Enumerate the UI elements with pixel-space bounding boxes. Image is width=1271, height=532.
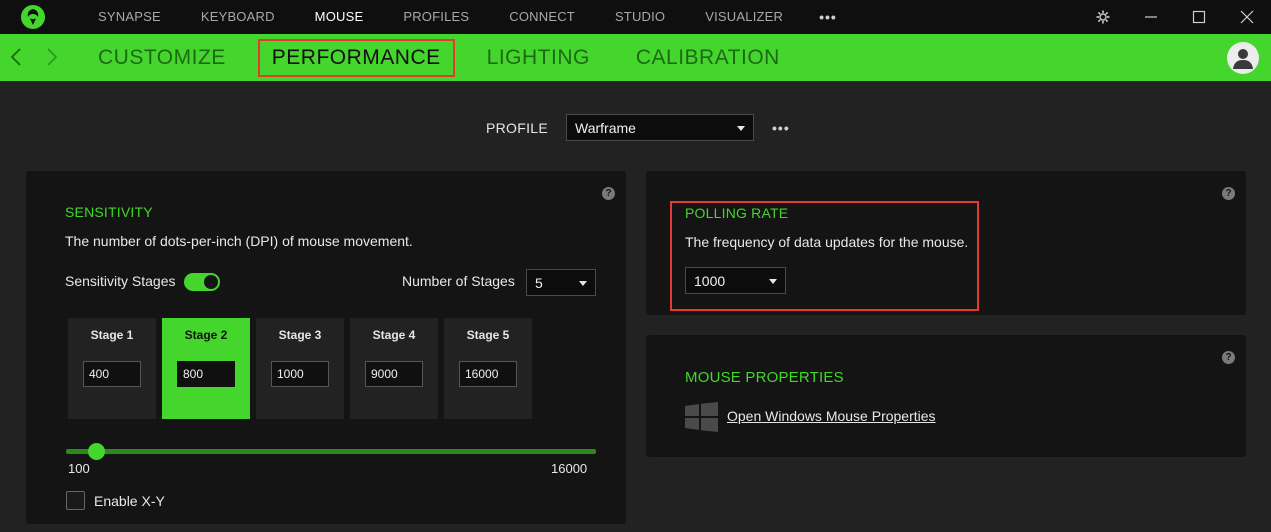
minimize-icon[interactable] — [1127, 0, 1175, 34]
stage-card[interactable]: Stage 5 16000 — [444, 318, 532, 419]
dpi-slider-thumb[interactable] — [88, 443, 105, 460]
tab-calibration[interactable]: CALIBRATION — [624, 41, 792, 75]
number-of-stages-label: Number of Stages — [402, 273, 515, 289]
top-nav: SYNAPSE KEYBOARD MOUSE PROFILES CONNECT … — [78, 0, 853, 34]
polling-rate-title: POLLING RATE — [685, 205, 789, 221]
open-mouse-properties-link[interactable]: Open Windows Mouse Properties — [727, 408, 936, 424]
top-nav-keyboard[interactable]: KEYBOARD — [181, 0, 295, 34]
chevron-down-icon — [769, 279, 777, 284]
stage-card-active[interactable]: Stage 2 800 — [162, 318, 250, 419]
toggle-knob — [204, 275, 218, 289]
enable-xy-label: Enable X-Y — [94, 493, 165, 509]
stage-dpi-input[interactable]: 1000 — [271, 361, 329, 387]
polling-rate-description: The frequency of data updates for the mo… — [685, 234, 969, 250]
dpi-slider-min: 100 — [68, 461, 90, 476]
mouse-properties-title: MOUSE PROPERTIES — [685, 369, 844, 386]
title-bar: SYNAPSE KEYBOARD MOUSE PROFILES CONNECT … — [0, 0, 1271, 34]
stage-card[interactable]: Stage 4 9000 — [350, 318, 438, 419]
stage-label: Stage 5 — [466, 328, 510, 342]
chevron-down-icon — [579, 281, 587, 286]
sensitivity-panel: ? SENSITIVITY The number of dots-per-inc… — [26, 171, 626, 524]
dpi-slider-max: 16000 — [551, 461, 588, 476]
sub-nav-bar: CUSTOMIZE PERFORMANCE LIGHTING CALIBRATI… — [0, 34, 1271, 81]
dpi-slider-track[interactable] — [66, 449, 596, 454]
stage-list: Stage 1 400 Stage 2 800 Stage 3 1000 Sta… — [68, 318, 538, 419]
back-arrow-icon[interactable] — [4, 45, 28, 69]
stage-card[interactable]: Stage 3 1000 — [256, 318, 344, 419]
stage-label: Stage 1 — [90, 328, 134, 342]
stage-dpi-input[interactable]: 400 — [83, 361, 141, 387]
tab-lighting[interactable]: LIGHTING — [475, 41, 602, 75]
sensitivity-stages-toggle[interactable] — [184, 273, 220, 291]
tab-performance[interactable]: PERFORMANCE — [257, 38, 455, 77]
top-nav-connect[interactable]: CONNECT — [489, 0, 595, 34]
top-nav-mouse[interactable]: MOUSE — [295, 0, 384, 34]
window-controls — [1079, 0, 1271, 34]
stage-label: Stage 3 — [278, 328, 322, 342]
profile-more-icon[interactable]: ••• — [772, 120, 790, 136]
number-of-stages-select[interactable]: 5 — [526, 269, 596, 296]
polling-rate-select[interactable]: 1000 — [685, 267, 786, 294]
enable-xy-checkbox[interactable] — [66, 491, 85, 510]
razer-logo-icon[interactable] — [21, 5, 45, 29]
close-icon[interactable] — [1223, 0, 1271, 34]
sensitivity-description: The number of dots-per-inch (DPI) of mou… — [65, 233, 413, 249]
profile-label: PROFILE — [486, 119, 549, 136]
profile-select-value: Warframe — [575, 119, 636, 136]
profile-select[interactable]: Warframe — [566, 114, 755, 141]
polling-rate-panel: ? POLLING RATE The frequency of data upd… — [646, 171, 1246, 315]
help-icon[interactable]: ? — [602, 187, 615, 200]
sub-tabs: CUSTOMIZE PERFORMANCE LIGHTING CALIBRATI… — [86, 34, 814, 81]
number-of-stages-value: 5 — [535, 274, 543, 291]
stage-card[interactable]: Stage 1 400 — [68, 318, 156, 419]
help-icon[interactable]: ? — [1222, 351, 1235, 364]
stage-label: Stage 4 — [372, 328, 416, 342]
profile-row: PROFILE Warframe ••• — [486, 114, 790, 141]
polling-rate-value: 1000 — [694, 272, 726, 289]
top-nav-visualizer[interactable]: VISUALIZER — [685, 0, 803, 34]
top-nav-more-icon[interactable]: ••• — [803, 9, 853, 25]
user-avatar-icon[interactable] — [1227, 42, 1259, 74]
chevron-down-icon — [737, 126, 746, 131]
gear-icon[interactable] — [1079, 0, 1127, 34]
tab-customize[interactable]: CUSTOMIZE — [86, 41, 238, 75]
stage-dpi-input[interactable]: 800 — [177, 361, 235, 387]
top-nav-studio[interactable]: STUDIO — [595, 0, 685, 34]
maximize-icon[interactable] — [1175, 0, 1223, 34]
sensitivity-title: SENSITIVITY — [65, 204, 153, 220]
stage-dpi-input[interactable]: 16000 — [459, 361, 517, 387]
top-nav-profiles[interactable]: PROFILES — [383, 0, 489, 34]
stage-dpi-input[interactable]: 9000 — [365, 361, 423, 387]
stage-label: Stage 2 — [184, 328, 228, 342]
mouse-properties-panel: ? MOUSE PROPERTIES Open Windows Mouse Pr… — [646, 335, 1246, 457]
windows-logo-icon — [685, 402, 718, 432]
help-icon[interactable]: ? — [1222, 187, 1235, 200]
sensitivity-stages-label: Sensitivity Stages — [65, 273, 176, 289]
forward-arrow-icon[interactable] — [40, 45, 64, 69]
top-nav-synapse[interactable]: SYNAPSE — [78, 0, 181, 34]
